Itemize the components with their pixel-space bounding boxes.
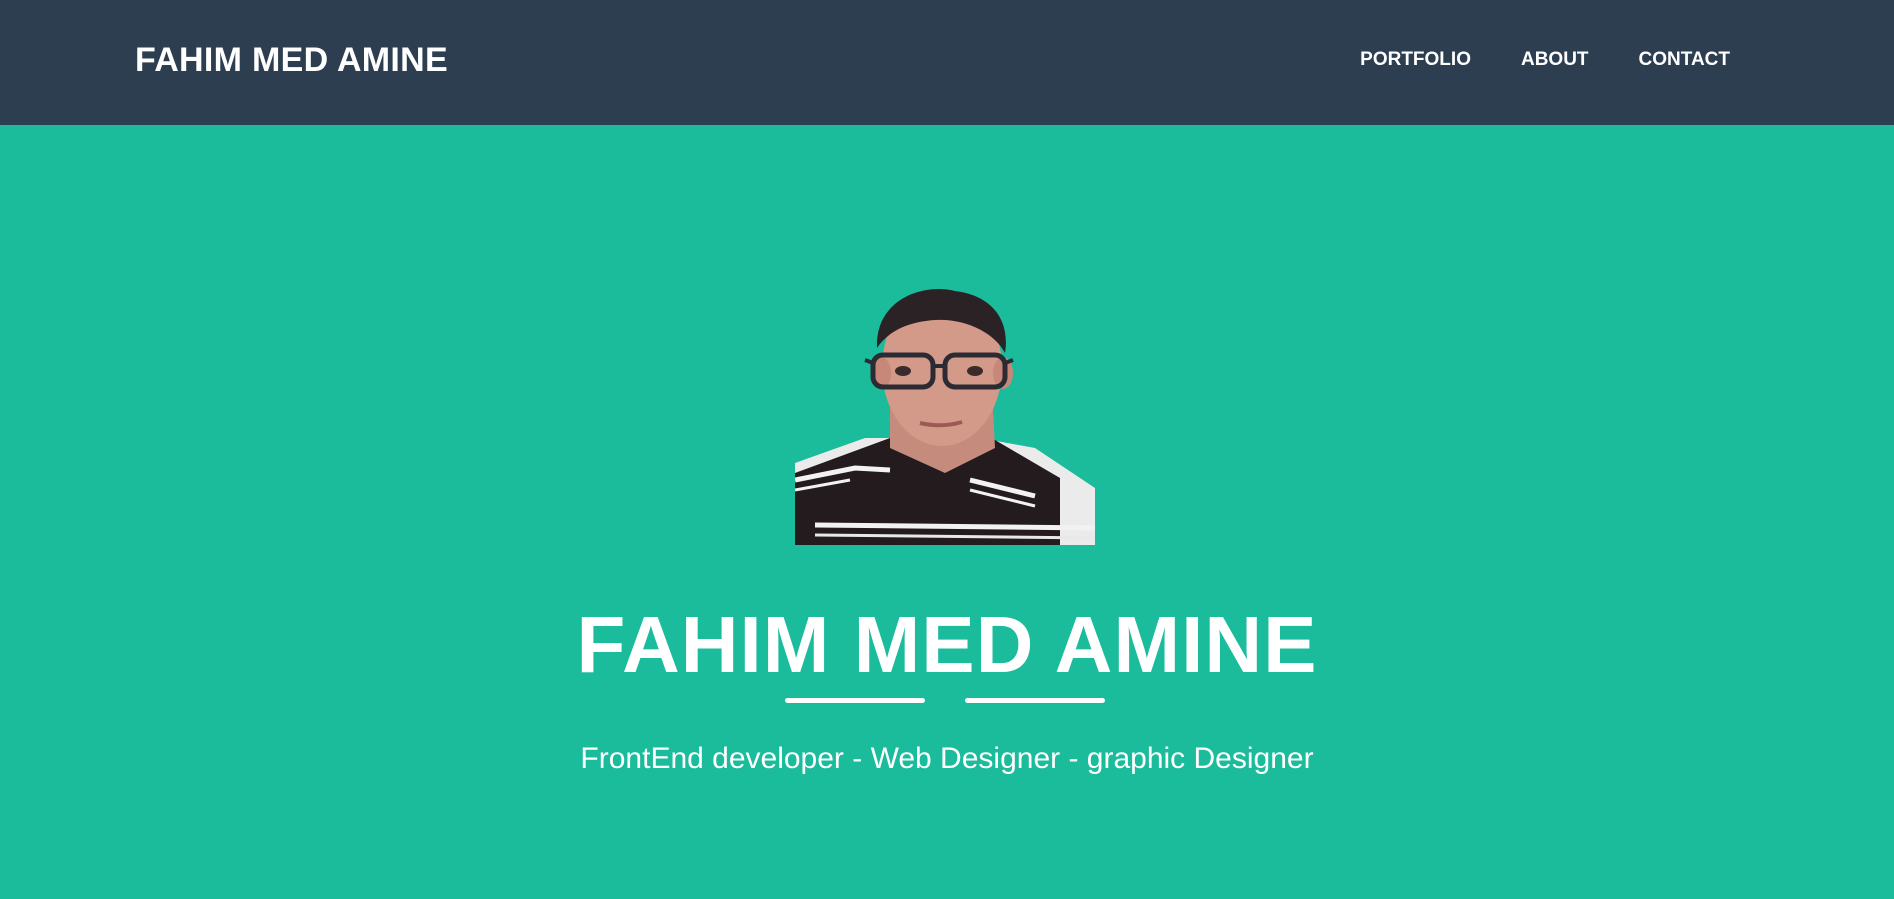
profile-photo (795, 288, 1095, 545)
nav-link-contact[interactable]: CONTACT (1639, 44, 1730, 76)
hero-subtitle: FrontEnd developer - Web Designer - grap… (580, 742, 1314, 775)
brand-logo-link[interactable]: FAHIM MED AMINE (135, 38, 448, 82)
hero-title: FAHIM MED AMINE (576, 600, 1318, 689)
shirt-stripe (814, 522, 1095, 531)
nav-link-about[interactable]: ABOUT (1521, 44, 1589, 76)
divider-left-line (785, 698, 925, 703)
divider-right-line (965, 698, 1105, 703)
top-navbar: FAHIM MED AMINE PORTFOLIO ABOUT CONTACT (0, 0, 1894, 125)
nav-link-portfolio[interactable]: PORTFOLIO (1360, 44, 1471, 76)
main-navigation: PORTFOLIO ABOUT CONTACT (1360, 44, 1730, 76)
